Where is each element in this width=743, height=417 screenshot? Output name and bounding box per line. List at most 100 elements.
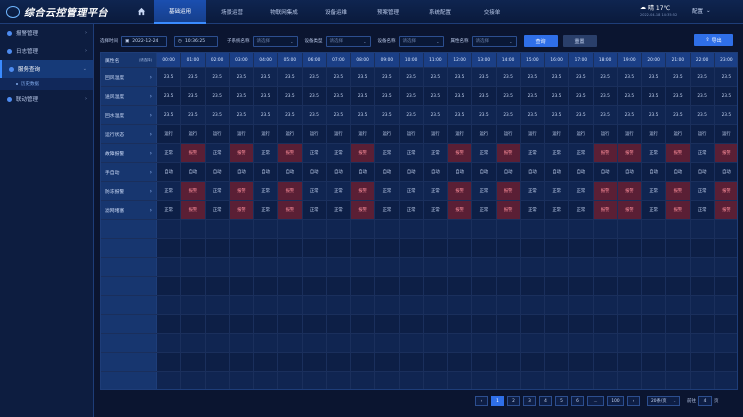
table-cell bbox=[497, 258, 521, 276]
table-cell: 运行 bbox=[254, 125, 279, 143]
table-cell: 正常 bbox=[400, 201, 424, 219]
table-cell bbox=[545, 372, 570, 389]
nav-tab-handover[interactable]: 交接单 bbox=[466, 0, 518, 24]
table-cell bbox=[254, 220, 279, 238]
table-cell: 报警 bbox=[229, 144, 254, 162]
pagination: ‹ 1 2 3 4 5 6... 100 › 20条/页 ⌄ 前往 4 页 bbox=[475, 396, 719, 406]
table-cell bbox=[424, 372, 448, 389]
sidebar-item-alarm[interactable]: 报警管理 › bbox=[0, 24, 93, 42]
table-cell bbox=[327, 315, 351, 333]
table-header-row: 属性名 (请选择) 00:00 01:00 02:00 03:00 04:00 05:00 06… bbox=[101, 53, 737, 68]
table-header-time: 08:00 bbox=[351, 53, 376, 67]
table-cell bbox=[642, 239, 667, 257]
table-cell bbox=[254, 277, 279, 295]
row-label[interactable]: 滤网堵塞 › bbox=[101, 201, 157, 219]
page-button[interactable]: 2 bbox=[507, 396, 520, 406]
row-label[interactable]: 送风温度 › bbox=[101, 87, 157, 105]
row-label[interactable]: 手自动 › bbox=[101, 163, 157, 181]
table-cell bbox=[375, 353, 400, 371]
export-button[interactable]: ⇪ 导出 bbox=[694, 34, 733, 46]
table-cell: 23.5 bbox=[230, 106, 254, 124]
table-cell: 23.5 bbox=[400, 68, 424, 86]
page-button[interactable]: 4 bbox=[539, 396, 552, 406]
table-cell bbox=[278, 334, 303, 352]
table-cell: 自动 bbox=[327, 163, 351, 181]
user-menu[interactable]: 配置 ⌄ bbox=[692, 7, 711, 15]
table-cell: 运行 bbox=[278, 125, 303, 143]
chevron-down-icon: ⌄ bbox=[82, 66, 87, 72]
page-size-select[interactable]: 20条/页 ⌄ bbox=[647, 396, 680, 406]
table-cell: 23.5 bbox=[181, 106, 206, 124]
table-cell bbox=[206, 334, 230, 352]
sidebar-item-service-query[interactable]: 服务查询 ⌄ bbox=[0, 60, 93, 78]
table-cell bbox=[545, 239, 570, 257]
row-label[interactable]: 回风温度 › bbox=[101, 68, 157, 86]
nav-tab-plans[interactable]: 预案管理 bbox=[362, 0, 414, 24]
page-prev-button[interactable]: ‹ bbox=[475, 396, 488, 406]
sidebar-subitem-history[interactable]: 历史数据 bbox=[0, 78, 93, 90]
page-jump-suffix: 页 bbox=[714, 399, 719, 404]
subsystem-select[interactable]: 请选择 ⌄ bbox=[252, 35, 298, 47]
row-label[interactable]: 回水温度 › bbox=[101, 106, 157, 124]
page-button[interactable]: ... bbox=[587, 396, 604, 406]
table-cell: 正常 bbox=[569, 144, 594, 162]
table-cell: 正常 bbox=[206, 144, 230, 162]
table-cell: 运行 bbox=[230, 125, 254, 143]
page-button[interactable]: 5 bbox=[555, 396, 568, 406]
row-label[interactable]: 防冻报警 › bbox=[101, 182, 157, 200]
table-cell bbox=[157, 277, 182, 295]
chevron-down-icon: ⌄ bbox=[290, 38, 294, 44]
chevron-down-icon: ⌄ bbox=[509, 38, 513, 44]
table-cell bbox=[472, 239, 497, 257]
table-cell: 23.5 bbox=[594, 68, 618, 86]
export-label: 导出 bbox=[711, 37, 722, 44]
reset-button[interactable]: 重置 bbox=[562, 35, 597, 47]
table-cell bbox=[157, 315, 182, 333]
table-cell: 自动 bbox=[206, 163, 230, 181]
table-cell bbox=[448, 258, 473, 276]
header-label-text: 属性名 bbox=[105, 58, 120, 64]
row-label[interactable]: 运行状态 › bbox=[101, 125, 157, 143]
table-cell: 正常 bbox=[157, 201, 182, 219]
chevron-right-icon: › bbox=[149, 92, 152, 100]
table-cell bbox=[497, 353, 521, 371]
chevron-right-icon: › bbox=[85, 96, 87, 102]
page-button[interactable]: 1 bbox=[491, 396, 504, 406]
nav-tab-system[interactable]: 系统配置 bbox=[414, 0, 466, 24]
table-cell: 23.5 bbox=[472, 87, 497, 105]
table-cell bbox=[472, 315, 497, 333]
table-cell bbox=[254, 334, 279, 352]
row-label[interactable]: 故障报警 › bbox=[101, 144, 157, 162]
sidebar-item-log[interactable]: 日志管理 › bbox=[0, 42, 93, 60]
nav-tab-iot[interactable]: 物联网集成 bbox=[258, 0, 310, 24]
table-cell: 正常 bbox=[157, 182, 182, 200]
query-button[interactable]: 查询 bbox=[523, 35, 558, 47]
nav-tab-basic-ops[interactable]: 基础运用 bbox=[154, 0, 206, 24]
table-cell bbox=[472, 277, 497, 295]
nav-tab-scene-ops[interactable]: 场景运营 bbox=[206, 0, 258, 24]
page-next-button[interactable]: › bbox=[627, 396, 640, 406]
row-label bbox=[101, 296, 157, 314]
table-header-time: 01:00 bbox=[181, 53, 206, 67]
page-button[interactable]: 100 bbox=[607, 396, 624, 406]
table-cell: 23.5 bbox=[278, 87, 303, 105]
page-button[interactable]: 3 bbox=[523, 396, 536, 406]
table-cell bbox=[715, 220, 737, 238]
date-picker[interactable]: ▣ 2022-12-24 bbox=[121, 35, 167, 47]
row-label-text: 故障报警 bbox=[105, 151, 125, 157]
home-icon[interactable] bbox=[134, 0, 148, 24]
table-cell: 23.5 bbox=[545, 68, 570, 86]
table-cell bbox=[278, 277, 303, 295]
sidebar-item-linkage[interactable]: 联动管理 › bbox=[0, 90, 93, 108]
device-type-select[interactable]: 请选择 ⌄ bbox=[325, 35, 371, 47]
attr-select[interactable]: 请选择 ⌄ bbox=[471, 35, 517, 47]
nav-tab-device-ops[interactable]: 设备运维 bbox=[310, 0, 362, 24]
page-button[interactable]: 6 bbox=[571, 396, 584, 406]
table-cell bbox=[521, 334, 545, 352]
table-cell bbox=[691, 334, 715, 352]
time-picker[interactable]: ◷ 10:36:25 bbox=[174, 35, 218, 47]
device-name-select[interactable]: 请选择 ⌄ bbox=[398, 35, 444, 47]
table-cell: 23.5 bbox=[303, 87, 327, 105]
page-jump-input[interactable]: 4 bbox=[698, 396, 712, 406]
table-cell: 运行 bbox=[472, 125, 497, 143]
